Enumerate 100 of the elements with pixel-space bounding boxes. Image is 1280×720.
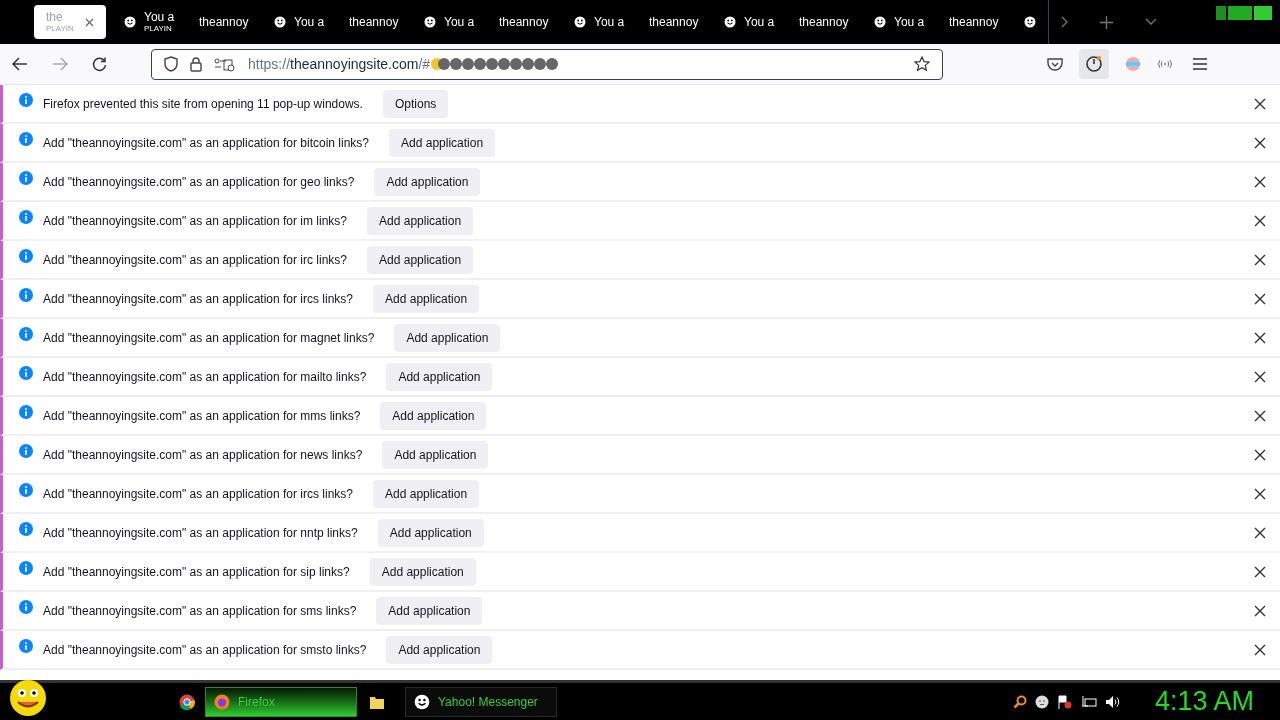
browser-tab[interactable]: You a: [262, 5, 337, 39]
tab-title: You a: [594, 16, 625, 28]
tab-title: theannoy: [499, 16, 549, 28]
close-icon[interactable]: [1254, 565, 1266, 578]
browser-tab[interactable]: You a: [412, 5, 487, 39]
close-icon[interactable]: [85, 17, 94, 27]
close-icon[interactable]: [1254, 526, 1266, 539]
browser-tab[interactable]: theannoy: [487, 5, 562, 39]
tab-title: You a: [294, 16, 325, 28]
browser-tab[interactable]: You a PLAYIN: [112, 5, 187, 39]
address-bar[interactable]: https://theannoyingsite.com/#: [151, 48, 943, 80]
firefox-icon: [214, 693, 230, 710]
close-icon[interactable]: [1254, 253, 1266, 266]
browser-tab[interactable]: You a: [712, 5, 787, 39]
face-icon[interactable]: [1034, 694, 1049, 709]
add-application-button[interactable]: Add application: [389, 128, 496, 157]
add-application-button[interactable]: Add application: [394, 323, 501, 352]
add-application-button[interactable]: Add application: [367, 245, 474, 274]
smiley-icon: [274, 16, 286, 28]
browser-tab[interactable]: You a: [562, 5, 637, 39]
smiley-icon: [424, 16, 436, 28]
notification-message: Add "theannoyingsite.com" as an application for smsto links?: [43, 641, 367, 659]
notification-message: Add "theannoyingsite.com" as an application for sms links?: [43, 602, 357, 620]
close-icon[interactable]: [1254, 214, 1266, 227]
tab-title: You a: [444, 16, 475, 28]
search-icon[interactable]: [1012, 694, 1027, 709]
add-application-button[interactable]: Add application: [369, 557, 476, 586]
clock: 4:13 AM: [1154, 688, 1254, 715]
smiley-icon: [574, 16, 586, 28]
tab-title: theannoy: [949, 16, 999, 28]
add-application-button[interactable]: Add application: [373, 284, 480, 313]
options-button[interactable]: Options: [382, 89, 449, 118]
browser-tab[interactable]: You a: [862, 5, 937, 39]
menu-icon[interactable]: [1193, 58, 1207, 70]
tab-title: theannoy: [349, 16, 399, 28]
info-icon: [19, 443, 33, 458]
tab-title: You a: [144, 11, 175, 23]
add-application-button[interactable]: Add application: [373, 479, 480, 508]
flag-error-icon[interactable]: [1056, 694, 1073, 709]
close-icon[interactable]: [1254, 604, 1266, 617]
add-application-button[interactable]: Add application: [374, 167, 481, 196]
info-icon: [19, 560, 33, 575]
info-icon: [19, 92, 33, 107]
chrome-icon[interactable]: [179, 693, 195, 710]
close-icon[interactable]: [1254, 409, 1266, 422]
add-application-button[interactable]: Add application: [376, 596, 483, 625]
close-icon[interactable]: [1254, 175, 1266, 188]
close-icon[interactable]: [1254, 97, 1266, 110]
tab-title: theannoy: [799, 16, 849, 28]
permissions-icon[interactable]: [214, 56, 236, 72]
back-icon[interactable]: [12, 57, 28, 71]
smiley-start-icon[interactable]: [8, 678, 48, 717]
url-text: https://theannoyingsite.com/#: [248, 54, 431, 74]
browser-tab[interactable]: theannoy: [337, 5, 412, 39]
shield-icon[interactable]: [164, 56, 178, 72]
notification-message: Add "theannoyingsite.com" as an application for ircs links?: [43, 290, 354, 308]
pocket-icon[interactable]: [1047, 57, 1063, 71]
volume-icon[interactable]: [1104, 694, 1121, 709]
browser-tab[interactable]: theannoy: [787, 5, 862, 39]
add-application-button[interactable]: Add application: [377, 518, 484, 547]
close-icon[interactable]: [1254, 136, 1266, 149]
info-icon: [19, 482, 33, 497]
extension-button[interactable]: [1079, 49, 1109, 79]
scroll-right-icon[interactable]: [1061, 16, 1068, 28]
info-icon: [19, 170, 33, 185]
tab-status: PLAYIN: [46, 25, 74, 33]
browser-tab[interactable]: theannoy: [637, 5, 712, 39]
add-application-button[interactable]: Add application: [380, 401, 487, 430]
add-application-button[interactable]: Add application: [386, 635, 493, 664]
close-icon[interactable]: [1254, 487, 1266, 500]
info-icon: [19, 638, 33, 653]
info-icon: [19, 326, 33, 341]
close-icon[interactable]: [1254, 370, 1266, 383]
smiley-icon: [1024, 16, 1036, 28]
new-tab-icon[interactable]: [1100, 15, 1113, 29]
notification-message: Add "theannoyingsite.com" as an application for magnet links?: [43, 329, 375, 347]
add-application-button[interactable]: Add application: [367, 206, 474, 235]
info-icon: [19, 599, 33, 614]
add-application-button[interactable]: Add application: [386, 362, 493, 391]
lock-icon[interactable]: [190, 56, 202, 72]
taskbar-button[interactable]: Yahoo! Messenger: [405, 686, 557, 717]
tab-list-icon[interactable]: [1145, 18, 1157, 26]
browser-tab[interactable]: theannoy: [937, 5, 1012, 39]
smiley-icon: [724, 16, 736, 28]
close-icon[interactable]: [1254, 448, 1266, 461]
tab-title: theannoy: [199, 16, 249, 28]
browser-tab[interactable]: theannoy: [187, 5, 262, 39]
tab-title: the: [46, 11, 64, 23]
close-icon[interactable]: [1254, 292, 1266, 305]
tab-title: You a: [894, 16, 925, 28]
reload-icon[interactable]: [92, 56, 107, 72]
notification-message: Add "theannoyingsite.com" as an application for nntp links?: [43, 524, 358, 542]
add-application-button[interactable]: Add application: [382, 440, 489, 469]
close-icon[interactable]: [1254, 643, 1266, 656]
broadcast-icon[interactable]: [1157, 59, 1173, 69]
info-icon: [19, 365, 33, 380]
window-controls-drawing: [1216, 4, 1274, 22]
close-icon[interactable]: [1254, 331, 1266, 344]
network-icon[interactable]: [1080, 694, 1097, 709]
bookmark-star-icon[interactable]: [914, 56, 930, 72]
